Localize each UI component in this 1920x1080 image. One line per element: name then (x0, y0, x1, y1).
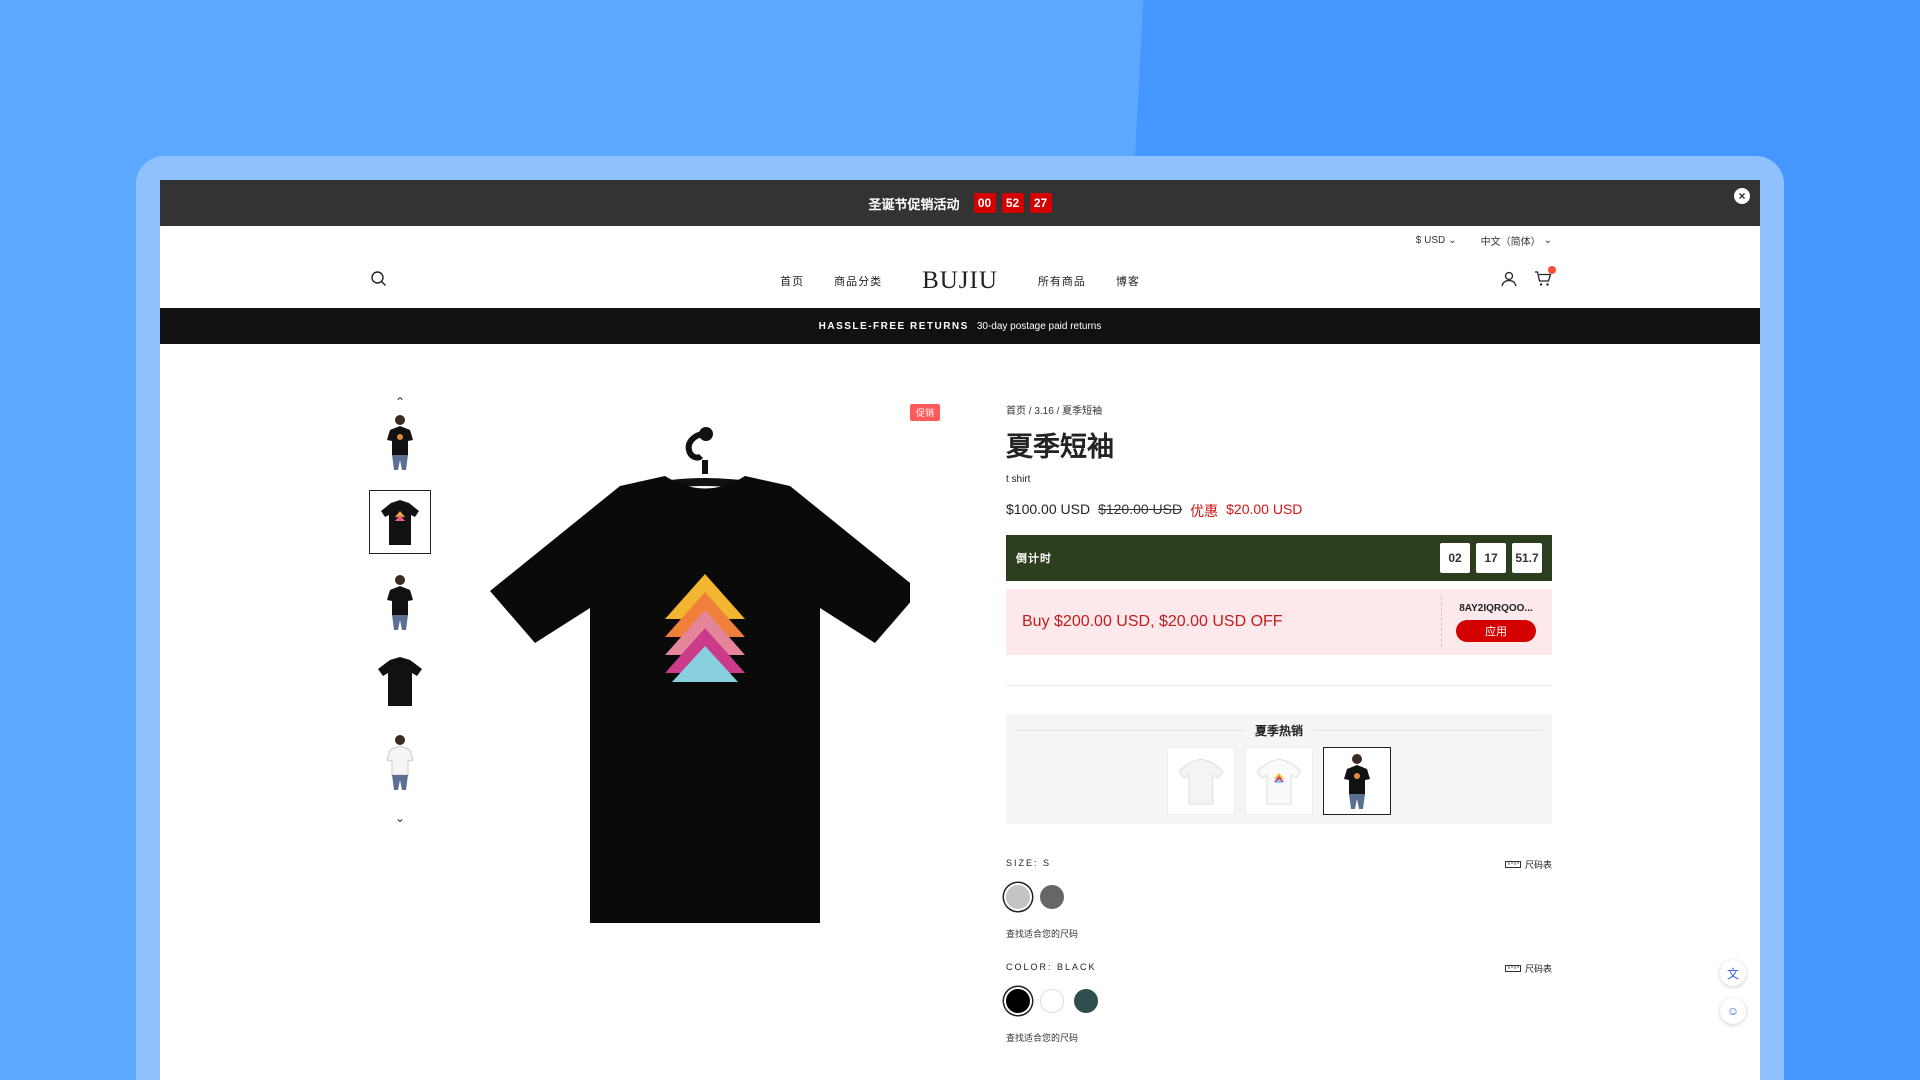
product-info: 首页 / 3.16 / 夏季短袖 夏季短袖 t shirt $100.00 US… (1006, 402, 1552, 1044)
countdown-minutes: 17 (1476, 543, 1506, 573)
nav-categories[interactable]: 商品分类 (834, 273, 882, 289)
divider (1016, 730, 1245, 731)
coupon-card: Buy $200.00 USD, $20.00 USD OFF 8AY2IQRQ… (1006, 589, 1552, 655)
promo-bar: 圣诞节促销活动 00 52 27 × (160, 180, 1760, 226)
announcement-bold: HASSLE-FREE RETURNS (818, 320, 969, 332)
close-icon[interactable]: × (1734, 188, 1750, 204)
breadcrumb[interactable]: 首页 / 3.16 / 夏季短袖 (1006, 402, 1552, 417)
size-guide-link[interactable]: 尺码表 (1504, 962, 1552, 975)
countdown-label: 倒计时 (1016, 553, 1052, 565)
divider (1313, 730, 1543, 731)
cart-badge (1548, 266, 1556, 274)
size-option-header: SIZE: S 尺码表 (1006, 858, 1552, 871)
color-hint[interactable]: 查找适合您的尺码 (1006, 1031, 1552, 1044)
countdown-seconds: 51.7 (1512, 543, 1542, 573)
product-section: ⌃ ⌄ 促销 首页 / 3.16 / 夏季短袖 夏季短袖 t shirt $10… (160, 344, 1760, 1044)
language-label: 中文（简体） (1480, 236, 1541, 248)
thumbnail[interactable] (369, 650, 431, 714)
thumbnail[interactable] (369, 410, 431, 474)
size-guide-link[interactable]: 尺码表 (1504, 858, 1552, 871)
current-price: $100.00 USD (1006, 501, 1091, 517)
sale-badge: 促销 (910, 404, 941, 421)
search-icon[interactable] (370, 270, 388, 293)
language-selector[interactable]: 中文（简体） ⌄ (1481, 233, 1552, 248)
hot-sellers-title: 夏季热销 (1255, 724, 1304, 738)
size-guide-label: 尺码表 (1524, 860, 1552, 870)
nav-home[interactable]: 首页 (780, 273, 804, 289)
utility-bar: $ USD ⌄ 中文（简体） ⌄ (160, 226, 1760, 254)
color-label: COLOR: BLACK (1006, 962, 1097, 972)
site-header: 首页 商品分类 BUJIU 所有商品 博客 (160, 254, 1760, 308)
chevron-down-icon: ⌄ (1543, 234, 1552, 246)
browser-screen: 圣诞节促销活动 00 52 27 × $ USD ⌄ 中文（简体） ⌄ 首页 商… (160, 180, 1760, 1080)
chevron-down-icon: ⌄ (1448, 234, 1457, 246)
user-icon[interactable] (1500, 270, 1518, 293)
translate-icon[interactable]: 文 (1720, 960, 1746, 986)
divider (1006, 685, 1552, 686)
nav-all-products[interactable]: 所有商品 (1038, 273, 1086, 289)
price-row: $100.00 USD $120.00 USD 优惠 $20.00 USD (1006, 501, 1552, 521)
compare-price: $120.00 USD (1098, 501, 1183, 517)
size-swatch[interactable] (1040, 885, 1064, 909)
hot-seller-item[interactable] (1167, 747, 1235, 815)
countdown-bar: 倒计时 02 17 51.7 (1006, 535, 1552, 581)
hot-seller-item-selected[interactable] (1323, 747, 1391, 815)
floating-actions: 文 ☺ (1720, 960, 1746, 1024)
countdown-timer: 02 17 51.7 (1440, 543, 1542, 573)
product-subtitle: t shirt (1006, 474, 1031, 485)
announcement-bar: HASSLE-FREE RETURNS 30-day postage paid … (160, 308, 1760, 344)
thumbnail[interactable] (369, 570, 431, 634)
size-swatches (1006, 885, 1552, 909)
hot-sellers-list (1006, 747, 1552, 815)
chevron-down-icon[interactable]: ⌄ (368, 810, 432, 826)
thumbnail-gallery: ⌃ ⌄ (368, 394, 432, 826)
color-swatch[interactable] (1040, 989, 1064, 1013)
header-icons (1500, 266, 1556, 293)
nav-blog[interactable]: 博客 (1116, 273, 1140, 289)
thumbnail-selected[interactable] (369, 490, 431, 554)
size-label: SIZE: S (1006, 858, 1052, 868)
coupon-text: Buy $200.00 USD, $20.00 USD OFF (1022, 613, 1283, 630)
site-logo[interactable]: BUJIU (922, 267, 998, 295)
currency-selector[interactable]: $ USD ⌄ (1416, 235, 1457, 246)
ruler-icon (1504, 964, 1521, 974)
promo-timer-hours: 00 (973, 193, 996, 213)
chat-icon[interactable]: ☺ (1720, 998, 1746, 1024)
color-swatches (1006, 989, 1552, 1013)
size-swatch-selected[interactable] (1006, 885, 1030, 909)
currency-label: $ USD (1415, 234, 1446, 246)
size-guide-label: 尺码表 (1524, 964, 1552, 974)
promo-text: 圣诞节促销活动 (868, 196, 960, 212)
cart-icon[interactable] (1534, 266, 1556, 293)
apply-coupon-button[interactable]: 应用 (1456, 619, 1536, 642)
ruler-icon (1504, 860, 1521, 870)
promo-timer-minutes: 52 (1001, 193, 1024, 213)
countdown-hours: 02 (1440, 543, 1470, 573)
announcement-text: 30-day postage paid returns (976, 320, 1102, 332)
coupon-code: 8AY2IQRQOO... (1459, 602, 1533, 614)
promo-timer-seconds: 27 (1029, 193, 1052, 213)
save-amount: $20.00 USD (1226, 501, 1303, 517)
size-hint[interactable]: 查找适合您的尺码 (1006, 927, 1552, 940)
color-swatch-selected[interactable] (1006, 989, 1030, 1013)
main-nav: 首页 商品分类 BUJIU 所有商品 博客 (780, 267, 1140, 295)
coupon-actions: 8AY2IQRQOO... 应用 (1441, 597, 1536, 647)
save-label: 优惠 (1190, 503, 1219, 519)
hot-seller-item[interactable] (1245, 747, 1313, 815)
chevron-up-icon[interactable]: ⌃ (368, 394, 432, 410)
thumbnail[interactable] (369, 730, 431, 794)
main-product-image[interactable] (490, 404, 920, 924)
color-option-header: COLOR: BLACK 尺码表 (1006, 962, 1552, 975)
product-title: 夏季短袖 (1006, 432, 1114, 462)
hot-sellers-header: 夏季热销 (1006, 722, 1552, 739)
color-swatch[interactable] (1074, 989, 1098, 1013)
hot-sellers: 夏季热销 (1006, 714, 1552, 824)
